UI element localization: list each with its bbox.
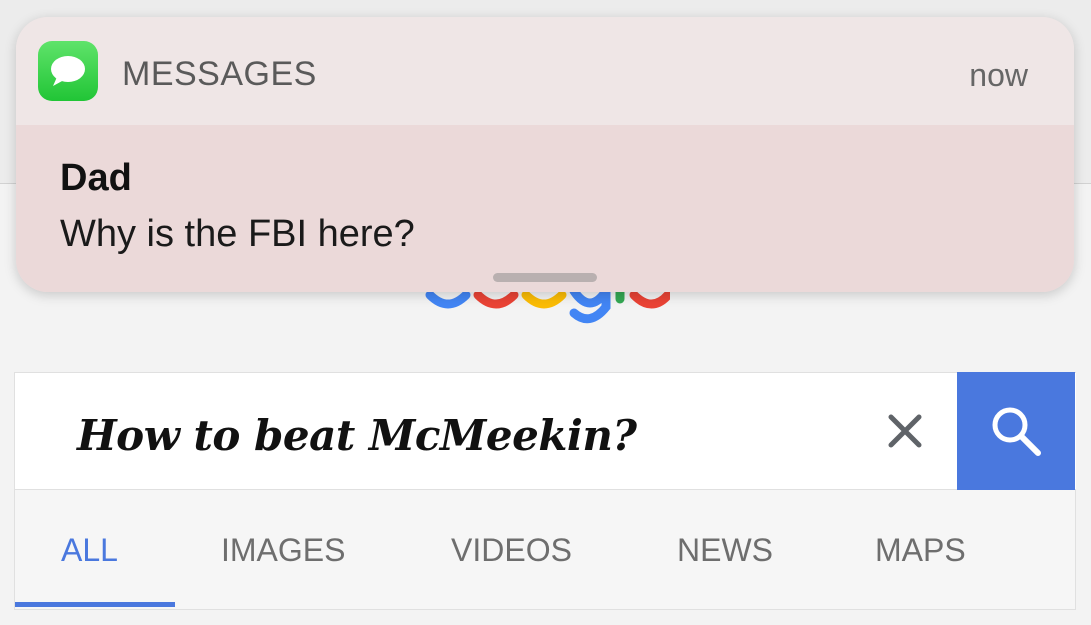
active-tab-indicator	[15, 602, 175, 607]
search-button[interactable]	[957, 372, 1075, 490]
clear-icon	[888, 414, 922, 448]
tab-images[interactable]: IMAGES	[221, 532, 345, 569]
notification-time: now	[969, 57, 1028, 93]
search-query[interactable]: How to beat McMeekin?	[77, 411, 637, 460]
notification-body	[16, 125, 1074, 292]
clear-button[interactable]	[875, 401, 935, 461]
tab-maps[interactable]: MAPS	[875, 532, 966, 569]
notification-app-name: MESSAGES	[122, 55, 317, 93]
screen: How to beat McMeekin? ALL IMAGES VIDEOS …	[0, 0, 1091, 625]
tab-news[interactable]: NEWS	[677, 532, 773, 569]
tab-videos[interactable]: VIDEOS	[451, 532, 572, 569]
search-icon	[992, 407, 1041, 456]
message-notification[interactable]: MESSAGES now Dad Why is the FBI here?	[16, 17, 1074, 292]
search-tabs: ALL IMAGES VIDEOS NEWS MAPS	[14, 490, 1076, 610]
notification-message: Why is the FBI here?	[60, 213, 415, 255]
search-box[interactable]: How to beat McMeekin?	[14, 372, 1076, 490]
notification-sender: Dad	[60, 157, 132, 199]
notification-grabber[interactable]	[493, 273, 597, 282]
messages-icon	[38, 41, 98, 101]
tab-all[interactable]: ALL	[61, 532, 118, 569]
